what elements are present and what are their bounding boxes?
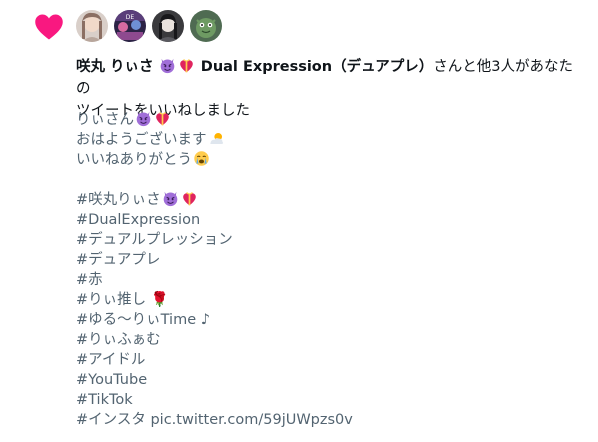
music-note-icon: ♪	[200, 312, 211, 328]
hashtag-link[interactable]: #DualExpression	[76, 212, 200, 228]
tweet-text-thanks: いいねありがとう	[76, 152, 192, 168]
tweet-line-1: りぃさん	[76, 110, 586, 130]
liker-name-1[interactable]: 咲丸 りぃさ	[76, 59, 154, 75]
heart-icon	[35, 14, 63, 40]
crying-face-emoji-icon	[193, 150, 210, 167]
hashtag-link[interactable]: #インスタ	[76, 412, 146, 428]
heart-gift-emoji-icon	[178, 57, 195, 74]
sun-behind-cloud-emoji-icon	[208, 130, 225, 147]
hashtag-link[interactable]: #アイドル	[76, 352, 145, 368]
hashtag-link[interactable]: #赤	[76, 272, 103, 288]
devil-emoji-icon	[162, 190, 179, 207]
avatar-4[interactable]	[190, 10, 222, 42]
avatar-3[interactable]	[152, 10, 184, 42]
heart-gift-emoji-icon	[181, 190, 198, 207]
tweet-line-2: おはようございます	[76, 130, 586, 150]
hashtag-link[interactable]: #咲丸りぃさ	[76, 192, 161, 208]
devil-emoji-icon	[159, 57, 176, 74]
tweet-body[interactable]: りぃさん おはようございます いいねありがとう #咲丸りぃさ #DualExpr…	[76, 110, 586, 430]
pic-link[interactable]: pic.twitter.com/59jUWpzs0v	[150, 412, 352, 428]
hashtag-link[interactable]: #りぃ推し	[76, 292, 146, 308]
tweet-text-greeting: りぃさん	[76, 112, 134, 128]
hashtag-link[interactable]: #デュアプレ	[76, 252, 160, 268]
avatar-2[interactable]: DE	[114, 10, 146, 42]
tweet-text-morning: おはようございます	[76, 132, 207, 148]
tweet-line-3: いいねありがとう	[76, 150, 586, 170]
rose-emoji-icon: 🌹	[150, 292, 169, 308]
avatar-1[interactable]	[76, 10, 108, 42]
hashtag-link[interactable]: #りぃふぁむ	[76, 332, 161, 348]
devil-emoji-icon	[135, 110, 152, 127]
hashtag-link[interactable]: #YouTube	[76, 372, 147, 388]
liker-name-2[interactable]: Dual Expression（デュアプレ）	[201, 59, 434, 75]
hashtag-link[interactable]: #ゆる〜りぃTime	[76, 312, 196, 328]
liker-avatars: DE	[76, 10, 222, 42]
svg-text:DE: DE	[126, 14, 135, 21]
heart-gift-emoji-icon	[154, 110, 171, 127]
hashtag-link[interactable]: #TikTok	[76, 392, 133, 408]
hashtag-link[interactable]: #デュアルプレッション	[76, 232, 233, 248]
